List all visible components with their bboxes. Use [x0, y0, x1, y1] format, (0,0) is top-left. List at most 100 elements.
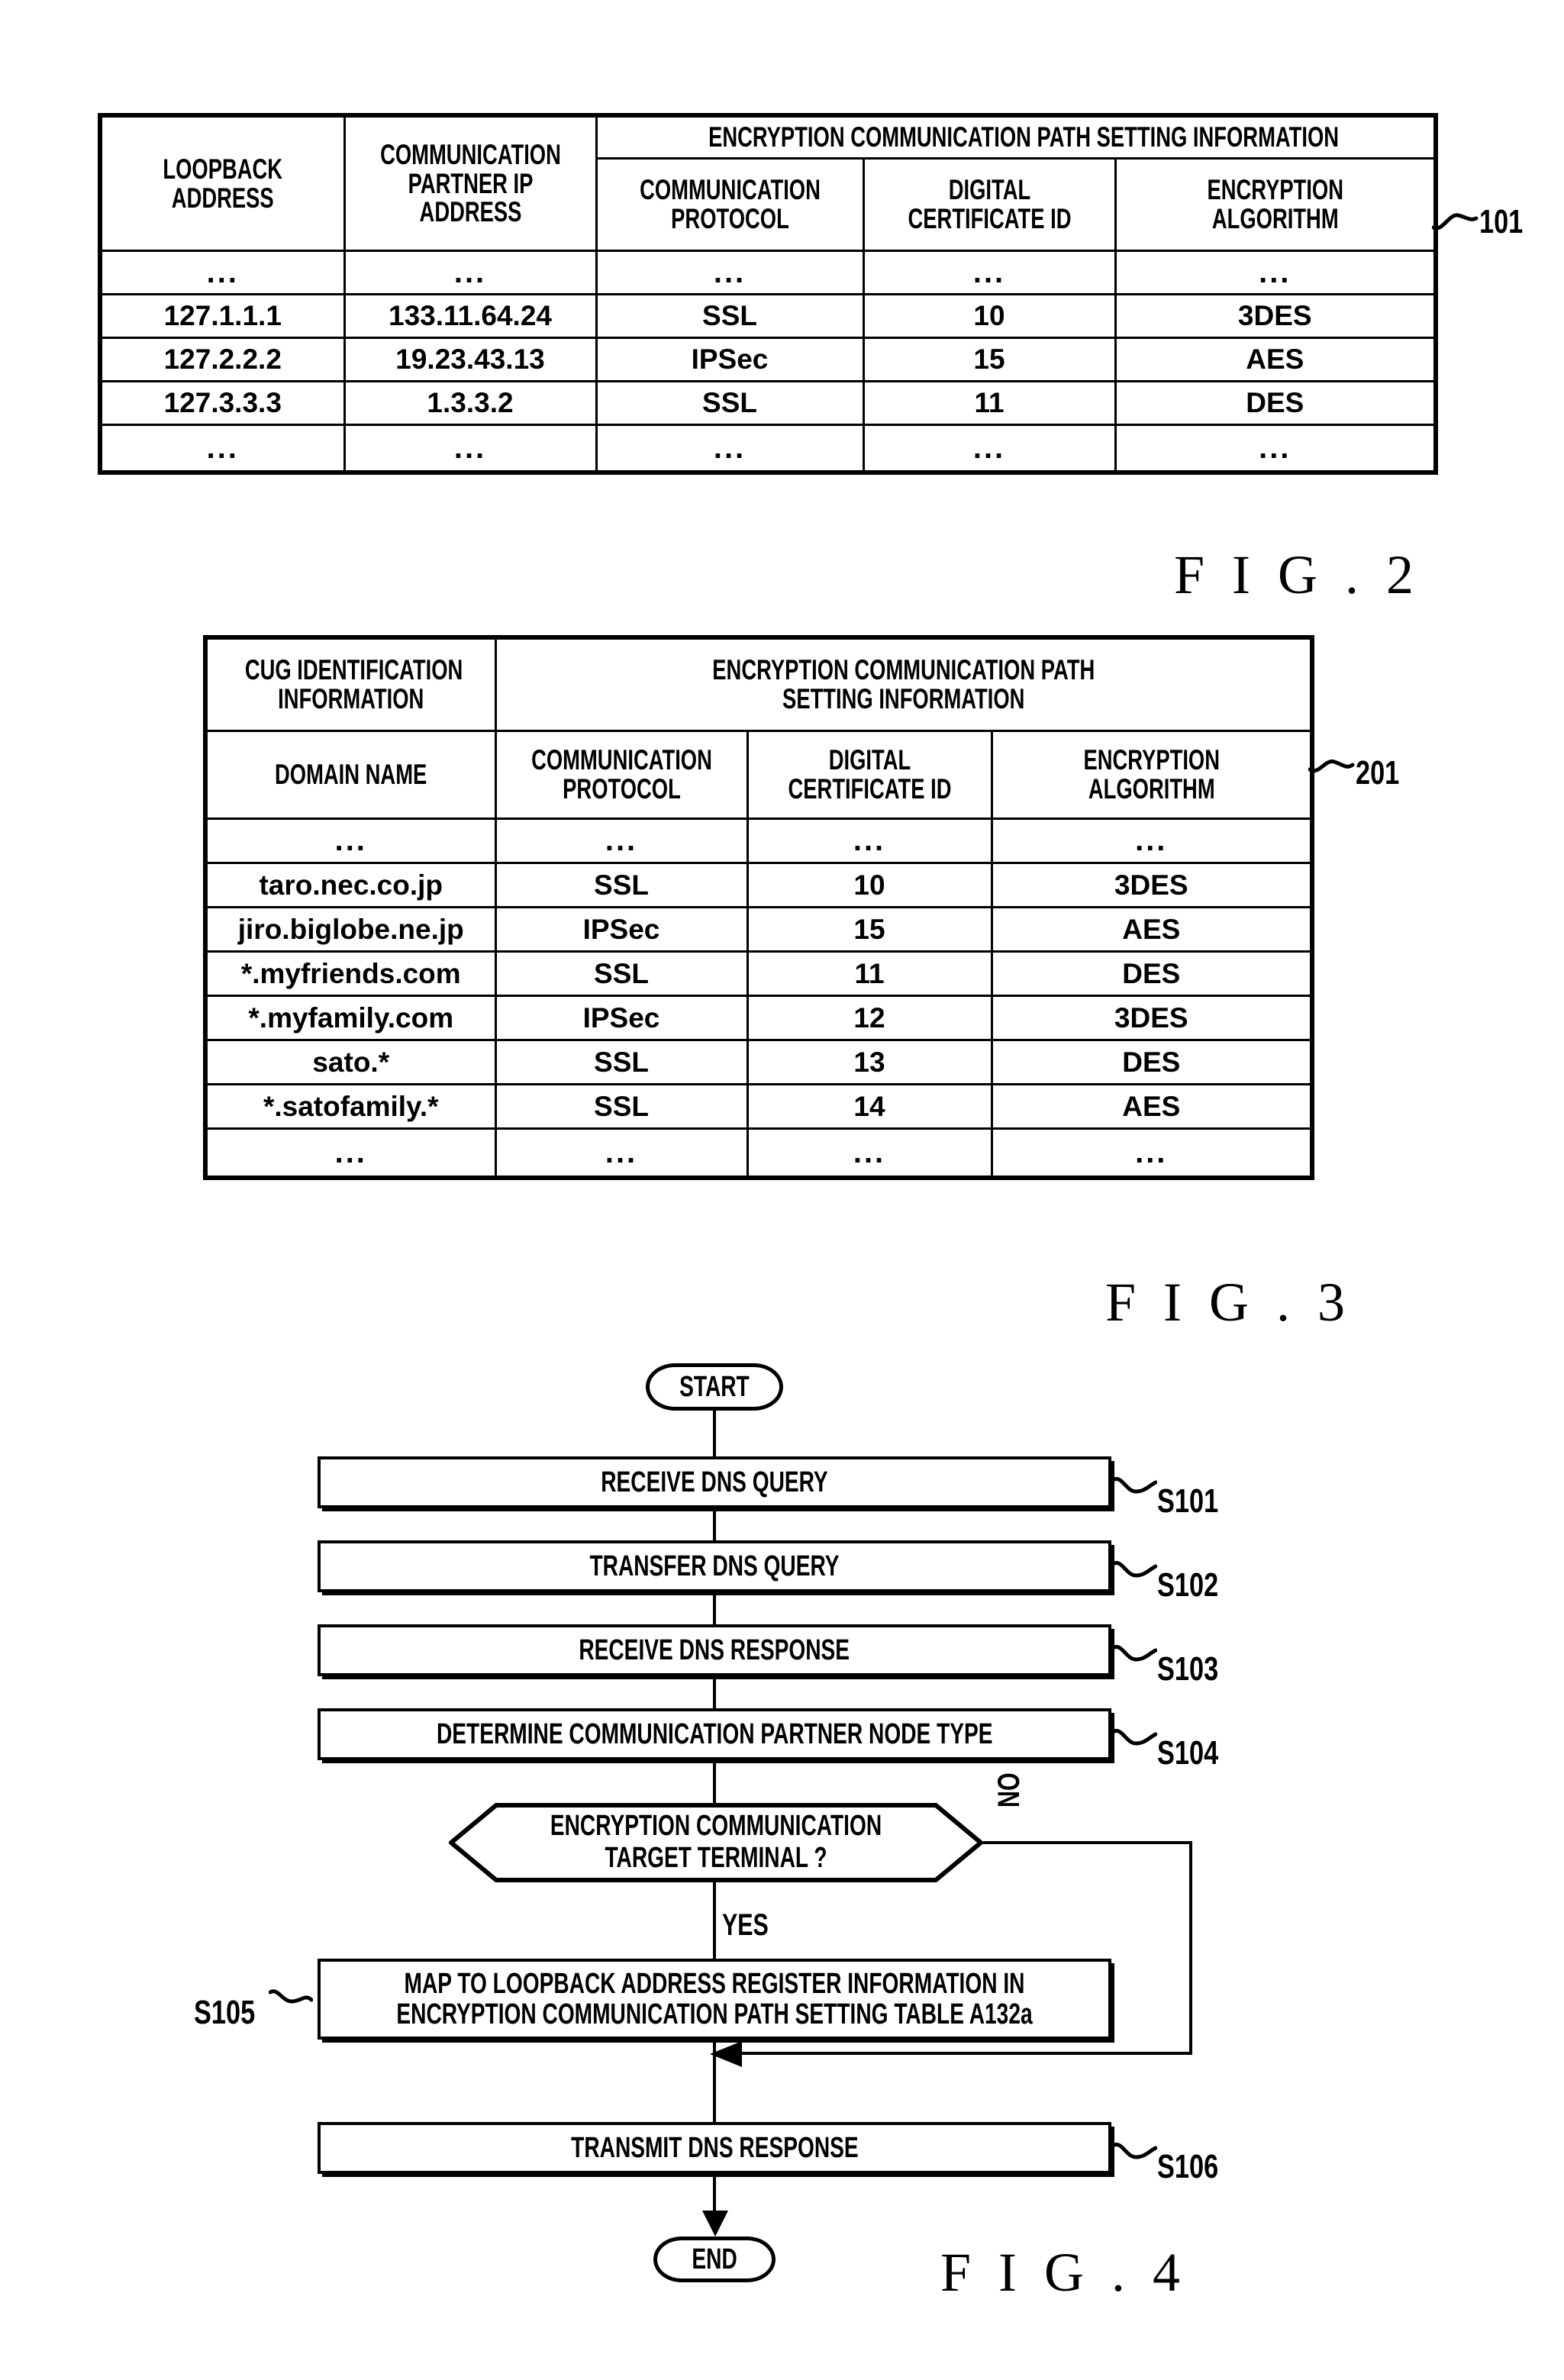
cell-cert-id: 10 — [862, 293, 1117, 339]
decision-line: TARGET TERMINAL ? — [605, 1842, 827, 1874]
decision-line: ENCRYPTION COMMUNICATION — [550, 1810, 882, 1843]
table-row: jiro.biglobe.ne.jp IPSec 15 AES — [203, 906, 1315, 953]
figure-caption-fig3: F I G . 3 — [1105, 1272, 1353, 1333]
cell-protocol: ... — [595, 424, 865, 475]
header-cug-identification-information: CUG IDENTIFICATION INFORMATION — [203, 635, 497, 732]
figure-caption-fig2: F I G . 2 — [1174, 544, 1421, 605]
cell-algorithm: ... — [1114, 424, 1439, 475]
reference-leader-s106 — [1113, 2143, 1157, 2159]
step-id-s105: S105 — [194, 1994, 256, 2031]
connector-s102-to-s103 — [713, 1592, 716, 1624]
header-line: CERTIFICATE ID — [908, 203, 1071, 234]
cell-protocol: ... — [494, 1127, 749, 1180]
flowchart-start-terminator: START — [646, 1363, 783, 1411]
cell-algorithm: DES — [1114, 380, 1439, 426]
step-label: RECEIVE DNS RESPONSE — [579, 1633, 850, 1666]
table-subheader-row: DOMAIN NAME COMMUNICATION PROTOCOL DIGIT… — [203, 730, 1315, 820]
reference-leader-201 — [1308, 759, 1355, 773]
reference-leader-s102 — [1113, 1561, 1157, 1578]
step-id-s103: S103 — [1157, 1650, 1219, 1688]
table-row: 127.2.2.2 19.23.43.13 IPSec 15 AES — [98, 337, 1439, 382]
cell-cert-id: 10 — [746, 862, 993, 908]
cell-partner-ip: ... — [343, 250, 598, 295]
cell-protocol: SSL — [595, 380, 865, 426]
cell-protocol: ... — [494, 818, 749, 864]
cell-algorithm: ... — [1114, 250, 1439, 295]
header-line: CERTIFICATE ID — [788, 773, 951, 805]
cell-cert-id: 15 — [746, 906, 993, 953]
table-row: ... ... ... ... — [203, 1127, 1315, 1180]
start-label: START — [679, 1370, 750, 1403]
flowchart-step-s102: TRANSFER DNS QUERY — [318, 1540, 1111, 1592]
table-fig2: LOOPBACK ADDRESS COMMUNICATION PARTNER I… — [98, 113, 1439, 475]
connector-start-to-s101 — [713, 1411, 716, 1456]
header-line: CUG IDENTIFICATION — [244, 654, 463, 686]
step-id-s101: S101 — [1157, 1482, 1219, 1520]
cell-domain-name: taro.nec.co.jp — [203, 862, 497, 908]
header-line: COMMUNICATION — [639, 174, 821, 206]
cell-algorithm: AES — [1114, 337, 1439, 382]
header-line: DOMAIN NAME — [275, 759, 427, 790]
header-line: LOOPBACK — [163, 153, 283, 185]
cell-protocol: SSL — [494, 1039, 749, 1085]
header-line: COMMUNICATION — [530, 744, 712, 776]
header-group-encryption-path: ENCRYPTION COMMUNICATION PATH SETTING IN… — [494, 635, 1315, 732]
header-domain-name: DOMAIN NAME — [203, 730, 497, 820]
header-line: ADDRESS — [419, 196, 521, 228]
cell-domain-name: ... — [203, 1127, 497, 1180]
header-line: SETTING INFORMATION — [782, 683, 1024, 714]
cell-domain-name: *.myfriends.com — [203, 950, 497, 997]
header-encryption-algorithm: ENCRYPTION ALGORITHM — [990, 730, 1315, 820]
header-line: INFORMATION — [278, 683, 424, 714]
cell-domain-name: *.satofamily.* — [203, 1083, 497, 1130]
table-row: taro.nec.co.jp SSL 10 3DES — [203, 862, 1315, 908]
table-row: 127.3.3.3 1.3.3.2 SSL 11 DES — [98, 380, 1439, 426]
flowchart-step-s101: RECEIVE DNS QUERY — [318, 1456, 1111, 1508]
cell-cert-id: 14 — [746, 1083, 993, 1130]
header-line: ENCRYPTION — [1083, 744, 1220, 776]
cell-cert-id: ... — [746, 818, 993, 864]
header-group-encryption-path: ENCRYPTION COMMUNICATION PATH SETTING IN… — [595, 113, 1439, 160]
header-line: PROTOCOL — [562, 773, 681, 805]
reference-leader-101 — [1432, 213, 1479, 231]
header-digital-certificate-id: DIGITAL CERTIFICATE ID — [862, 157, 1117, 252]
cell-partner-ip: 1.3.3.2 — [343, 380, 598, 426]
cell-algorithm: DES — [990, 950, 1315, 997]
table-header-row: CUG IDENTIFICATION INFORMATION ENCRYPTIO… — [203, 635, 1315, 732]
cell-loopback-address: 127.2.2.2 — [98, 337, 346, 382]
cell-domain-name: jiro.biglobe.ne.jp — [203, 906, 497, 953]
header-line: ADDRESS — [171, 182, 274, 214]
cell-algorithm: 3DES — [990, 995, 1315, 1041]
table-row: 127.1.1.1 133.11.64.24 SSL 10 3DES — [98, 293, 1439, 339]
header-group-title: ENCRYPTION COMMUNICATION PATH SETTING IN… — [708, 121, 1339, 153]
step-label: TRANSMIT DNS RESPONSE — [570, 2131, 859, 2164]
step-line: MAP TO LOOPBACK ADDRESS REGISTER INFORMA… — [404, 1967, 1025, 2000]
table-fig3: CUG IDENTIFICATION INFORMATION ENCRYPTIO… — [203, 635, 1315, 1180]
flowchart-decision-encryption-target: ENCRYPTION COMMUNICATION TARGET TERMINAL… — [449, 1803, 983, 1882]
end-label: END — [692, 2243, 737, 2275]
header-line: DIGITAL — [948, 174, 1030, 206]
reference-leader-s103 — [1113, 1645, 1157, 1662]
table-row: sato.* SSL 13 DES — [203, 1039, 1315, 1085]
table-row: ... ... ... ... — [203, 818, 1315, 864]
table-row: ... ... ... ... ... — [98, 424, 1439, 475]
cell-loopback-address: 127.1.1.1 — [98, 293, 346, 339]
reference-leader-s104 — [1113, 1729, 1157, 1746]
step-s105-text: MAP TO LOOPBACK ADDRESS REGISTER INFORMA… — [285, 1967, 1144, 2030]
cell-domain-name: *.myfamily.com — [203, 995, 497, 1041]
cell-algorithm: ... — [990, 818, 1315, 864]
step-id-s106: S106 — [1157, 2148, 1219, 2185]
header-loopback-address: LOOPBACK ADDRESS — [98, 113, 346, 252]
connector-decision-to-s105 — [713, 1882, 716, 1959]
no-branch-vertical — [1189, 1841, 1192, 2055]
cell-algorithm: 3DES — [990, 862, 1315, 908]
cell-cert-id: 12 — [746, 995, 993, 1041]
no-branch-horizontal-bottom — [733, 2052, 1191, 2055]
cell-protocol: IPSec — [494, 906, 749, 953]
cell-protocol: IPSec — [494, 995, 749, 1041]
flowchart-step-s104: DETERMINE COMMUNICATION PARTNER NODE TYP… — [318, 1708, 1111, 1760]
cell-domain-name: ... — [203, 818, 497, 864]
cell-domain-name: sato.* — [203, 1039, 497, 1085]
cell-algorithm: AES — [990, 1083, 1315, 1130]
cell-cert-id: ... — [746, 1127, 993, 1180]
